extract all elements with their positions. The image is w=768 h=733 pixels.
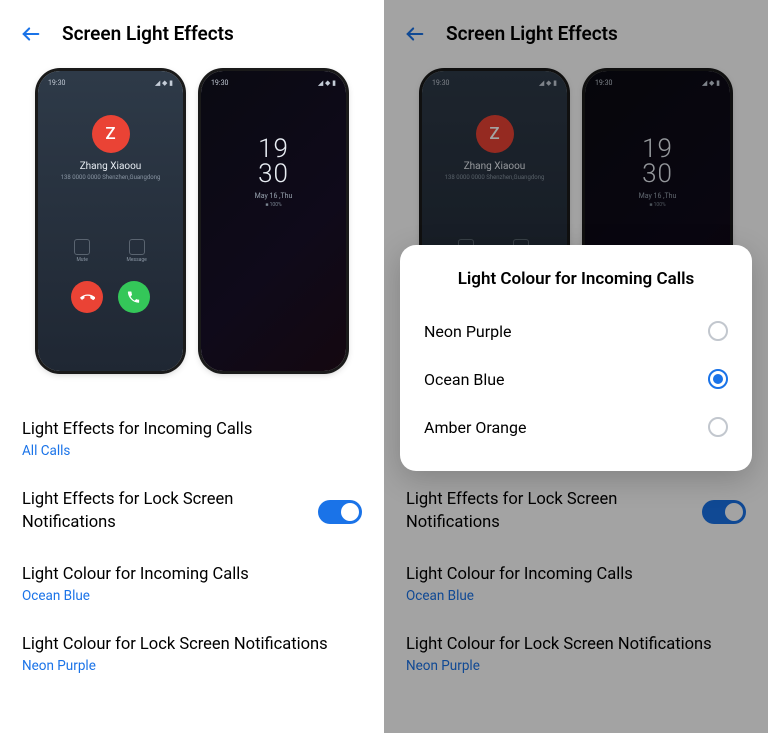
option-neon-purple[interactable]: Neon Purple	[422, 307, 730, 355]
call-buttons	[38, 281, 183, 313]
page-title: Screen Light Effects	[62, 22, 234, 45]
status-bar: 19:30 ◢ ◆ ▮	[201, 71, 346, 91]
status-bar: 19:30 ◢ ◆ ▮	[38, 71, 183, 91]
call-icon-row: Mute Message	[38, 239, 183, 263]
lock-date: May 16 ,Thu	[201, 192, 346, 200]
caller-avatar: Z	[92, 115, 130, 153]
toggle-switch[interactable]	[318, 500, 362, 524]
accept-call-icon	[118, 281, 150, 313]
decline-call-icon	[71, 281, 103, 313]
caller-name: Zhang Xiaoou	[38, 161, 183, 172]
option-amber-orange[interactable]: Amber Orange	[422, 403, 730, 451]
setting-colour-calls[interactable]: Light Colour for Incoming Calls Ocean Bl…	[22, 550, 362, 620]
settings-panel-right: Screen Light Effects 19:30◢ ◆ ▮ Z Zhang …	[384, 0, 768, 733]
signal-icon: ◢ ◆ ▮	[318, 79, 336, 87]
radio-icon	[708, 369, 728, 389]
setting-colour-lock[interactable]: Light Colour for Lock Screen Notificatio…	[22, 620, 362, 690]
phone-preview-lock: 19:30 ◢ ◆ ▮ 1930 May 16 ,Thu ■ 100%	[201, 71, 346, 371]
phone-preview-call: 19:30 ◢ ◆ ▮ Z Zhang Xiaoou 138 0000 0000…	[38, 71, 183, 371]
option-ocean-blue[interactable]: Ocean Blue	[422, 355, 730, 403]
dialog-title: Light Colour for Incoming Calls	[422, 269, 730, 289]
setting-effects-lock[interactable]: Light Effects for Lock Screen Notificati…	[22, 475, 362, 550]
lock-clock: 1930	[201, 137, 346, 186]
settings-list: Light Effects for Incoming Calls All Cal…	[0, 391, 384, 690]
caller-subtext: 138 0000 0000 Shenzhen,Guangdong	[38, 174, 183, 181]
back-arrow-icon[interactable]	[20, 23, 42, 45]
colour-dialog: Light Colour for Incoming Calls Neon Pur…	[400, 245, 752, 471]
radio-icon	[708, 321, 728, 341]
setting-effects-calls[interactable]: Light Effects for Incoming Calls All Cal…	[22, 405, 362, 475]
lock-battery: ■ 100%	[201, 202, 346, 208]
header: Screen Light Effects	[0, 0, 384, 63]
settings-panel-left: Screen Light Effects 19:30 ◢ ◆ ▮ Z Zhang…	[0, 0, 384, 733]
radio-icon	[708, 417, 728, 437]
message-icon	[129, 239, 145, 255]
mute-icon	[74, 239, 90, 255]
signal-icon: ◢ ◆ ▮	[155, 79, 173, 87]
phone-previews: 19:30 ◢ ◆ ▮ Z Zhang Xiaoou 138 0000 0000…	[0, 63, 384, 391]
